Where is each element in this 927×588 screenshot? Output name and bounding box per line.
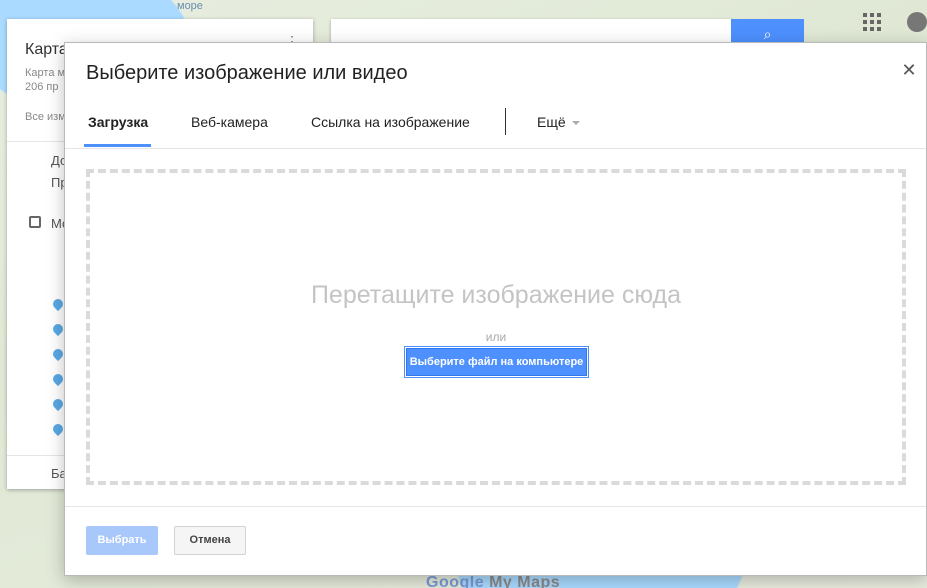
tab-image-url[interactable]: Ссылка на изображение [311,114,470,149]
or-label: или [485,330,507,344]
tab-more[interactable]: Ещё [537,114,580,149]
search-icon: ⌕ [763,26,772,42]
cancel-button[interactable]: Отмена [174,526,246,555]
select-button[interactable]: Выбрать [86,526,158,555]
drop-zone-text: Перетащите изображение сюда [310,281,682,309]
divider [65,148,926,149]
drop-zone[interactable]: Перетащите изображение сюда или Выберите… [86,169,906,485]
apps-grid-icon[interactable] [863,13,881,31]
map-description: Карта м [25,67,66,79]
map-pin-icon[interactable] [50,421,66,437]
tab-more-label: Ещё [537,114,566,130]
choose-file-button[interactable]: Выберите файл на компьютере [406,348,587,376]
google-my-maps-logo: Google My Maps [426,574,561,588]
tab-webcam[interactable]: Веб-камера [191,114,268,149]
image-picker-dialog: Выберите изображение или видео ✕ Загрузк… [64,42,927,576]
map-pin-icon[interactable] [50,296,66,312]
dialog-title: Выберите изображение или видео [86,62,408,84]
tab-divider [505,108,506,135]
map-changes-status: Все изм [25,111,66,123]
active-tab-indicator [84,144,151,147]
map-pin-icon[interactable] [50,346,66,362]
tab-bar: Загрузка Веб-камера Ссылка на изображени… [84,103,927,149]
map-views: 206 пр [25,81,59,93]
close-icon[interactable]: ✕ [900,61,918,79]
map-pin-icon[interactable] [50,321,66,337]
divider [65,506,926,507]
map-sea-label: море [177,0,203,12]
caret-down-icon [571,121,580,126]
map-pin-icon[interactable] [50,371,66,387]
map-pin-icon[interactable] [50,396,66,412]
map-title: Карта [25,41,68,58]
layer-checkbox[interactable] [29,216,41,228]
notifications-icon[interactable] [907,12,927,32]
